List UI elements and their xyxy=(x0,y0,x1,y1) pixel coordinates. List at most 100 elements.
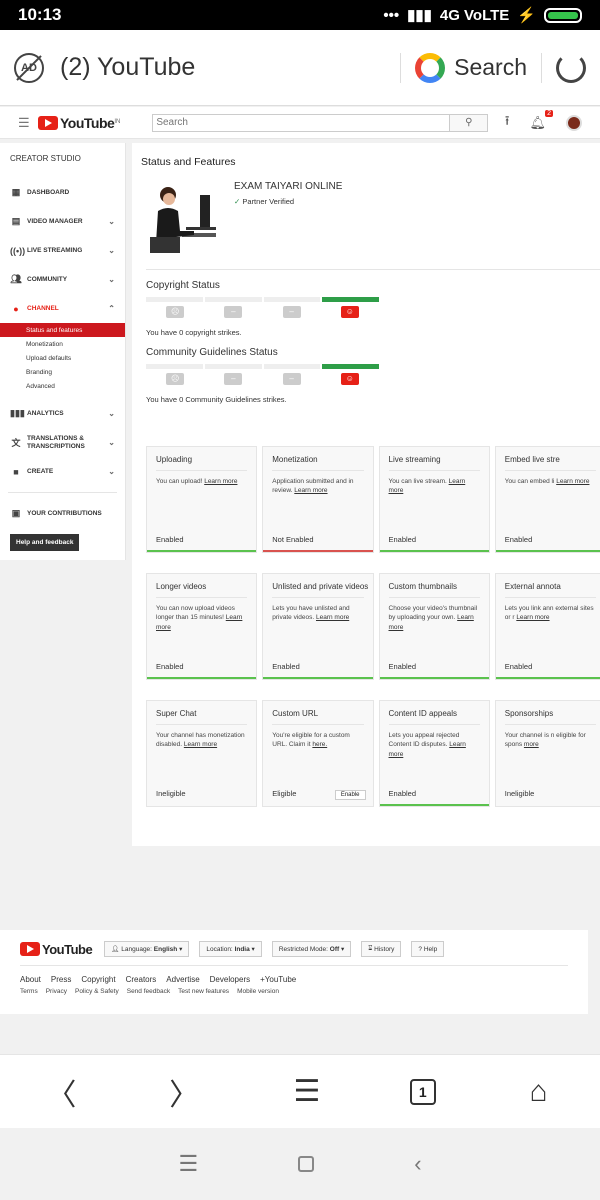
footer-link[interactable]: Terms xyxy=(20,988,38,995)
learn-more-link[interactable]: Learn more xyxy=(556,478,589,485)
sidebar-item-label: CHANNEL xyxy=(27,305,59,312)
sidebar-subitem-monetization[interactable]: Monetization xyxy=(0,337,125,351)
history-button[interactable]: ⌛︎ History xyxy=(361,941,402,957)
learn-more-link[interactable]: Learn more xyxy=(516,614,549,621)
back-icon[interactable]: 〈 xyxy=(41,1070,81,1114)
card-desc-text: You can upload! xyxy=(156,478,203,485)
feature-card: Unlisted and private videos Lets you have… xyxy=(262,573,374,680)
youtube-logo[interactable]: YouTube IN xyxy=(38,115,120,131)
sidebar-item-dashboard[interactable]: ▦ DASHBOARD xyxy=(0,178,125,207)
feature-card: Content ID appeals Lets you appeal reject… xyxy=(378,700,490,807)
language-button[interactable]: 👤︎ Language: English ▾ xyxy=(104,941,190,957)
restricted-mode-button[interactable]: Restricted Mode: Off ▾ xyxy=(271,941,352,957)
notifications-button[interactable]: 🔔︎ 2 xyxy=(529,109,553,131)
sidebar-subitem-upload-defaults[interactable]: Upload defaults xyxy=(0,351,125,365)
footer-link[interactable]: Test new features xyxy=(178,988,229,995)
footer-link[interactable]: Mobile version xyxy=(237,988,279,995)
reload-icon[interactable] xyxy=(556,52,586,83)
tabs-button[interactable]: 1 xyxy=(409,1078,436,1105)
help-button[interactable]: ? Help xyxy=(411,941,445,957)
video-manager-icon: ▤ xyxy=(11,216,21,226)
learn-more-link[interactable]: here. xyxy=(312,741,327,748)
learn-more-link[interactable]: Learn more xyxy=(184,741,217,748)
status-bar-indicator xyxy=(263,677,373,679)
chevron-down-icon: ⌄ xyxy=(108,246,115,255)
location-button[interactable]: Location: India ▾ xyxy=(199,941,262,957)
learn-more-link[interactable]: Learn more xyxy=(204,478,237,485)
card-description: You're eligible for a custom URL. Claim … xyxy=(272,731,363,750)
upload-icon[interactable]: ⭱ xyxy=(505,112,510,134)
footer-link[interactable]: Creators xyxy=(126,975,157,984)
footer-link[interactable]: Policy & Safety xyxy=(75,988,119,995)
footer-link[interactable]: Developers xyxy=(210,975,250,984)
sidebar-item-channel[interactable]: ● CHANNEL ⌃ xyxy=(0,294,125,323)
menu-icon[interactable]: ☰ xyxy=(287,1074,327,1109)
footer-link[interactable]: Advertise xyxy=(166,975,199,984)
chevron-down-icon: ⌄ xyxy=(108,275,115,284)
search-icon: ⚲ xyxy=(465,117,473,128)
channel-avatar[interactable] xyxy=(146,181,218,253)
card-title: Embed live stre xyxy=(504,455,596,471)
sidebar-subitem-branding[interactable]: Branding xyxy=(0,365,125,379)
sidebar-item-create[interactable]: ■ CREATE ⌄ xyxy=(0,457,125,486)
google-icon[interactable] xyxy=(415,52,446,83)
card-row: Super Chat Your channel has monetization … xyxy=(146,700,600,807)
channel-name[interactable]: EXAM TAIYARI ONLINE xyxy=(234,181,342,192)
sidebar-item-live-streaming[interactable]: ((•)) LIVE STREAMING ⌄ xyxy=(0,236,125,265)
enable-button[interactable]: Enable xyxy=(334,790,366,800)
sidebar-item-video-manager[interactable]: ▤ VIDEO MANAGER ⌄ xyxy=(0,207,125,236)
sidebar-subitem-advanced[interactable]: Advanced xyxy=(0,379,125,393)
sidebar-title: CREATOR STUDIO xyxy=(10,154,81,163)
footer-link[interactable]: Send feedback xyxy=(127,988,170,995)
sidebar-item-analytics[interactable]: ▮▮▮ ANALYTICS ⌄ xyxy=(0,399,125,428)
chevron-down-icon: ⌄ xyxy=(108,438,115,447)
search-input[interactable] xyxy=(152,113,451,132)
chevron-down-icon: ⌄ xyxy=(108,467,115,476)
signal-icon: ▮▮▮ xyxy=(407,7,432,24)
adblock-icon[interactable]: AD xyxy=(14,52,44,83)
creator-studio-sidebar: CREATOR STUDIO ▦ DASHBOARD ▤ VIDEO MANAG… xyxy=(0,143,126,560)
footer-link[interactable]: Press xyxy=(51,975,71,984)
sidebar-subitem-status-and-features[interactable]: Status and features xyxy=(0,323,125,337)
footer-link[interactable]: Copyright xyxy=(81,975,115,984)
search-label[interactable]: Search xyxy=(454,54,527,81)
strike-segment xyxy=(263,297,321,302)
learn-more-link[interactable]: Learn more xyxy=(294,487,327,494)
happy-face-icon: ☺ xyxy=(340,306,359,318)
feature-card: Embed live stre You can embed li Learn mo… xyxy=(494,446,600,553)
strike-segment xyxy=(146,364,203,369)
learn-more-link[interactable]: more xyxy=(524,741,539,748)
sidebar-item-label: COMMUNITY xyxy=(27,276,68,283)
sidebar-item-community[interactable]: 👥︎ COMMUNITY ⌄ xyxy=(0,265,125,294)
avatar[interactable] xyxy=(566,114,582,131)
tab-title[interactable]: (2) YouTube xyxy=(60,53,195,82)
divider xyxy=(400,52,402,83)
footer-link[interactable]: Privacy xyxy=(46,988,67,995)
community-note: You have 0 Community Guidelines strikes. xyxy=(146,395,287,404)
footer-youtube-logo[interactable]: YouTube xyxy=(20,942,93,957)
sidebar-item-translations[interactable]: 文 TRANSLATIONS & TRANSCRIPTIONS ⌄ xyxy=(0,428,125,457)
home-button-icon[interactable] xyxy=(298,1156,315,1172)
sidebar-item-your-contributions[interactable]: ▣ YOUR CONTRIBUTIONS xyxy=(0,499,125,528)
search-button[interactable]: ⚲ xyxy=(450,113,489,132)
help-and-feedback-button[interactable]: Help and feedback xyxy=(10,534,80,551)
footer-link[interactable]: +YouTube xyxy=(260,975,296,984)
card-status: Enabled xyxy=(388,789,417,798)
system-back-icon[interactable]: ‹ xyxy=(414,1151,421,1177)
status-bar-indicator xyxy=(495,677,600,679)
feature-card: Live streaming You can live stream. Learn… xyxy=(378,446,490,553)
forward-icon[interactable]: 〉 xyxy=(164,1070,204,1114)
footer-link[interactable]: About xyxy=(20,975,41,984)
home-icon[interactable]: ⌂ xyxy=(519,1075,559,1109)
card-description: You can live stream. Learn more xyxy=(389,477,480,496)
card-desc-text: You can live stream. xyxy=(388,478,447,485)
translate-icon: 文 xyxy=(11,438,21,448)
card-title: Custom thumbnails xyxy=(388,582,480,598)
card-status: Enabled xyxy=(504,535,533,544)
menu-icon[interactable]: ☰ xyxy=(18,115,38,131)
card-description: Your channel is n eligible for spons mor… xyxy=(505,731,596,750)
create-icon: ■ xyxy=(13,466,19,477)
sad-face-icon: ☹ xyxy=(166,373,185,385)
recent-apps-icon[interactable]: ☰ xyxy=(178,1151,198,1177)
learn-more-link[interactable]: Learn more xyxy=(316,614,349,621)
